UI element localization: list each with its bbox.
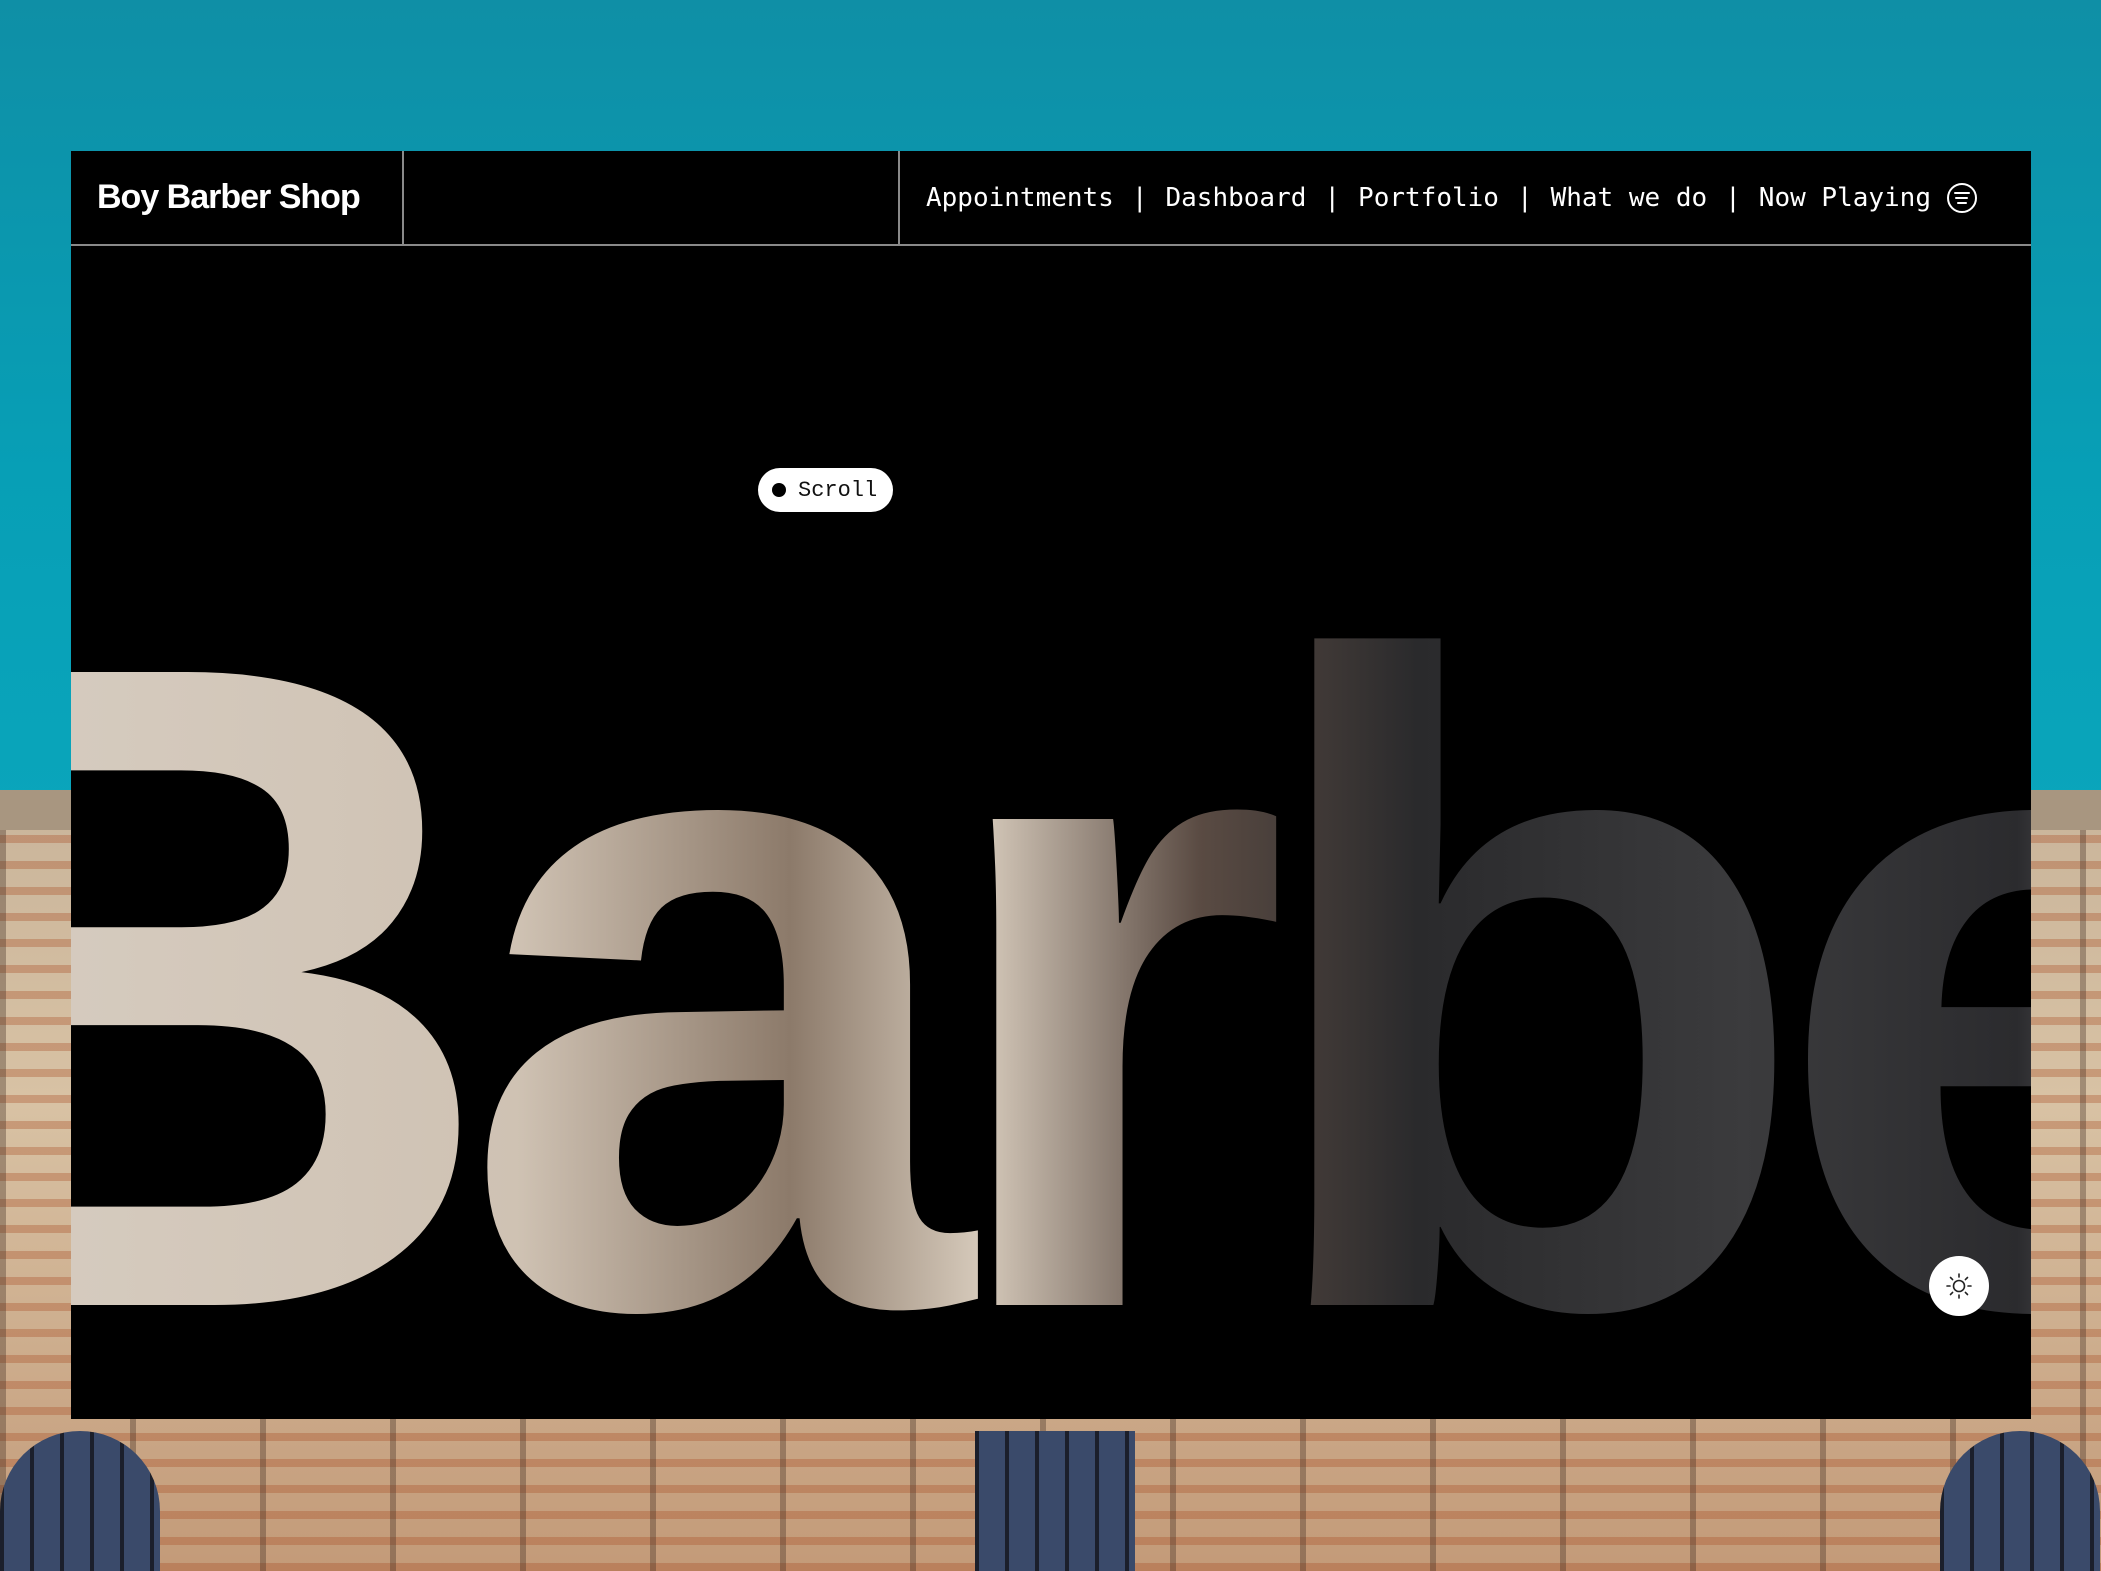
- dot-icon: [772, 483, 786, 497]
- sun-icon: [1946, 1273, 1972, 1299]
- hero: Barber: [71, 246, 2031, 1419]
- building-window: [0, 1431, 160, 1571]
- nav-separator: |: [1516, 182, 1533, 213]
- header-divider: [898, 151, 900, 244]
- nav-separator: |: [1725, 182, 1741, 213]
- spotify-icon[interactable]: [1946, 182, 1977, 213]
- scroll-label: Scroll: [798, 477, 878, 503]
- building-window: [1940, 1431, 2100, 1571]
- nav-what-we-do[interactable]: What we do: [1551, 183, 1708, 213]
- nav-appointments[interactable]: Appointments: [926, 183, 1114, 213]
- nav-separator: |: [1131, 182, 1148, 213]
- nav-dashboard[interactable]: Dashboard: [1166, 183, 1307, 213]
- site-window: Boy Barber Shop Appointments | Dashboard…: [71, 151, 2031, 1419]
- main-nav: Appointments | Dashboard | Portfolio | W…: [926, 151, 1977, 244]
- header-divider: [402, 151, 404, 244]
- nav-separator: |: [1324, 182, 1341, 213]
- theme-toggle-button[interactable]: [1929, 1256, 1989, 1316]
- nav-now-playing[interactable]: Now Playing: [1759, 183, 1931, 213]
- scroll-button[interactable]: Scroll: [758, 468, 894, 512]
- brand-logo[interactable]: Boy Barber Shop: [97, 151, 361, 244]
- nav-portfolio[interactable]: Portfolio: [1358, 183, 1499, 213]
- hero-headline: Barber: [71, 526, 2031, 1419]
- building-window: [975, 1431, 1135, 1571]
- site-header: Boy Barber Shop Appointments | Dashboard…: [71, 151, 2031, 246]
